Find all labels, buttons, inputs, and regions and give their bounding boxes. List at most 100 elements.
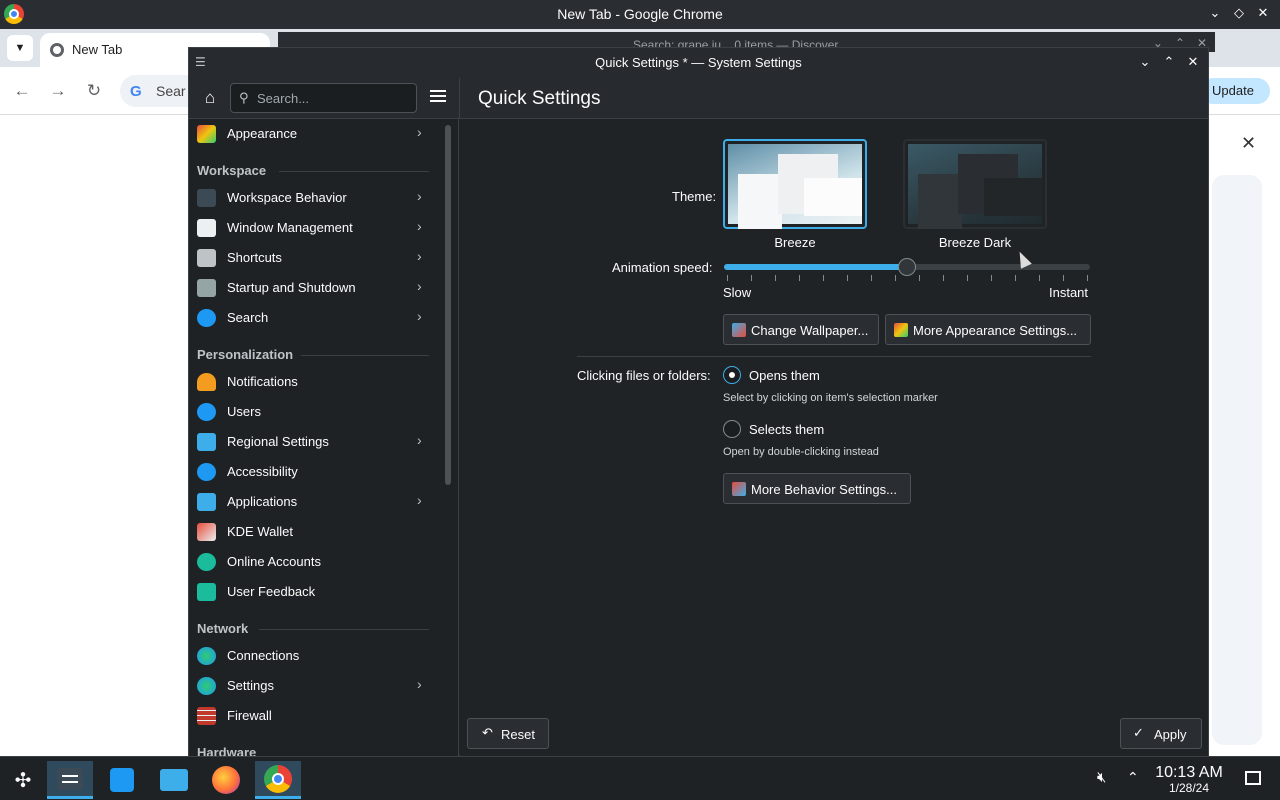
change-wallpaper-button[interactable]: Change Wallpaper... bbox=[723, 314, 879, 345]
theme-name-breeze: Breeze bbox=[774, 235, 816, 250]
undo-icon: ↶ bbox=[482, 725, 493, 740]
chevron-right-icon: › bbox=[417, 188, 422, 204]
sidebar-item-startup-shutdown[interactable]: Startup and Shutdown › bbox=[189, 273, 434, 303]
slider-tick bbox=[799, 275, 800, 281]
sidebar-scrollbar[interactable] bbox=[445, 125, 451, 485]
slider-tick bbox=[1039, 275, 1040, 281]
discover-icon bbox=[110, 768, 134, 792]
bell-icon bbox=[197, 373, 216, 391]
sidebar-category-personalization: Personalization bbox=[197, 347, 294, 362]
settings-window-title: Quick Settings * — System Settings bbox=[595, 55, 802, 70]
radio-opens-them[interactable] bbox=[723, 366, 741, 384]
taskbar-firefox[interactable] bbox=[203, 761, 249, 799]
theme-label: Theme: bbox=[672, 189, 717, 204]
settings-minimize-icon[interactable]: ⌄ bbox=[1138, 54, 1152, 70]
settings-search-input[interactable] bbox=[257, 88, 407, 108]
sidebar-item-label: Regional Settings bbox=[227, 434, 329, 449]
chevron-right-icon: › bbox=[417, 492, 422, 508]
slider-tick bbox=[727, 275, 728, 281]
slider-max-label: Instant bbox=[1049, 285, 1089, 300]
back-arrow-icon[interactable]: ← bbox=[10, 79, 34, 103]
google-g-icon: G bbox=[130, 83, 142, 100]
sidebar-item-appearance[interactable]: Appearance › bbox=[189, 119, 434, 149]
application-launcher-button[interactable]: ✣ bbox=[0, 761, 46, 799]
sidebar-item-label: Appearance bbox=[227, 126, 298, 141]
chrome-minimize-button[interactable]: ⌄ bbox=[1208, 5, 1222, 21]
show-desktop-icon[interactable] bbox=[1245, 771, 1261, 785]
taskbar-files[interactable] bbox=[151, 761, 197, 799]
sidebar-item-accessibility[interactable]: Accessibility bbox=[189, 457, 434, 487]
settings-close-icon[interactable]: ✕ bbox=[1186, 54, 1200, 70]
chrome-icon bbox=[264, 764, 292, 793]
side-panel-close-icon[interactable]: ✕ bbox=[1241, 133, 1256, 154]
sidebar-item-user-feedback[interactable]: User Feedback bbox=[189, 577, 434, 607]
regional-icon bbox=[197, 433, 216, 451]
chevron-right-icon: › bbox=[417, 248, 422, 264]
button-label: Change Wallpaper... bbox=[751, 323, 869, 338]
sidebar-item-notifications[interactable]: Notifications bbox=[189, 367, 434, 397]
settings-search-field[interactable]: ⚲ bbox=[230, 83, 417, 113]
chrome-close-button[interactable]: ✕ bbox=[1256, 5, 1270, 21]
header-divider bbox=[459, 78, 460, 119]
slider-tick bbox=[775, 275, 776, 281]
clock-date[interactable]: 1/28/24 bbox=[1150, 781, 1228, 795]
window-management-icon bbox=[197, 219, 216, 237]
chrome-update-button[interactable]: Update bbox=[1200, 78, 1270, 104]
folder-icon bbox=[160, 769, 188, 791]
tab-search-button[interactable]: ▼ bbox=[7, 35, 33, 61]
chevron-right-icon: › bbox=[417, 676, 422, 692]
sidebar-item-label: Window Management bbox=[227, 220, 353, 235]
more-appearance-settings-button[interactable]: More Appearance Settings... bbox=[885, 314, 1091, 345]
sidebar-item-users[interactable]: Users bbox=[189, 397, 434, 427]
apply-button[interactable]: ✓ Apply bbox=[1120, 718, 1202, 749]
settings-window-buttons: ⌄ ⌃ ✕ bbox=[1138, 54, 1200, 70]
opens-them-hint: Select by clicking on item's selection m… bbox=[723, 392, 938, 404]
theme-card-breeze-dark[interactable] bbox=[903, 139, 1047, 229]
reload-icon[interactable]: ↻ bbox=[82, 79, 106, 103]
sidebar-item-firewall[interactable]: Firewall bbox=[189, 701, 434, 731]
reset-button[interactable]: ↶ Reset bbox=[467, 718, 549, 749]
sidebar-item-label: Search bbox=[227, 310, 269, 325]
radio-selects-them[interactable] bbox=[723, 420, 741, 438]
feedback-icon bbox=[197, 583, 216, 601]
sidebar-item-window-management[interactable]: Window Management › bbox=[189, 213, 434, 243]
sidebar-item-workspace-behavior[interactable]: Workspace Behavior › bbox=[189, 183, 434, 213]
clock-time[interactable]: 10:13 AM bbox=[1150, 764, 1228, 782]
taskbar-discover[interactable] bbox=[99, 761, 145, 799]
slider-tick bbox=[823, 275, 824, 281]
theme-card-breeze[interactable] bbox=[723, 139, 867, 229]
users-icon bbox=[197, 403, 216, 421]
taskbar-system-settings[interactable] bbox=[47, 761, 93, 799]
sidebar-item-connections[interactable]: Connections bbox=[189, 641, 434, 671]
monitor-icon bbox=[197, 279, 216, 297]
online-accounts-icon bbox=[197, 553, 216, 571]
volume-muted-icon[interactable]: 🔇︎ bbox=[1097, 769, 1106, 786]
forward-arrow-icon[interactable]: → bbox=[46, 79, 70, 103]
chrome-maximize-button[interactable]: ◇ bbox=[1232, 5, 1246, 21]
slider-tick bbox=[847, 275, 848, 281]
sidebar-separator bbox=[259, 629, 429, 630]
selects-them-label[interactable]: Selects them bbox=[749, 422, 824, 437]
sidebar-item-search[interactable]: Search › bbox=[189, 303, 434, 333]
more-behavior-settings-button[interactable]: More Behavior Settings... bbox=[723, 473, 911, 504]
tray-expand-icon[interactable]: ⌃ bbox=[1127, 769, 1139, 786]
animation-speed-slider[interactable] bbox=[724, 258, 1090, 276]
keyboard-icon bbox=[197, 249, 216, 267]
sidebar-item-kde-wallet[interactable]: KDE Wallet bbox=[189, 517, 434, 547]
wallpaper-icon bbox=[732, 323, 746, 337]
behavior-icon bbox=[732, 482, 746, 496]
sidebar-item-shortcuts[interactable]: Shortcuts › bbox=[189, 243, 434, 273]
sidebar-item-applications[interactable]: Applications › bbox=[189, 487, 434, 517]
settings-maximize-icon[interactable]: ⌃ bbox=[1162, 54, 1176, 70]
hamburger-menu-icon[interactable] bbox=[427, 87, 449, 109]
opens-them-label[interactable]: Opens them bbox=[749, 368, 820, 383]
slider-handle[interactable] bbox=[898, 258, 916, 276]
sidebar-item-regional-settings[interactable]: Regional Settings › bbox=[189, 427, 434, 457]
sidebar-item-online-accounts[interactable]: Online Accounts bbox=[189, 547, 434, 577]
taskbar-chrome[interactable] bbox=[255, 761, 301, 799]
chrome-side-panel bbox=[1212, 175, 1262, 745]
chevron-right-icon: › bbox=[417, 278, 422, 294]
home-icon[interactable]: ⌂ bbox=[199, 88, 221, 110]
chrome-window-buttons: ⌄ ◇ ✕ bbox=[1208, 5, 1270, 21]
sidebar-item-network-settings[interactable]: Settings › bbox=[189, 671, 434, 701]
